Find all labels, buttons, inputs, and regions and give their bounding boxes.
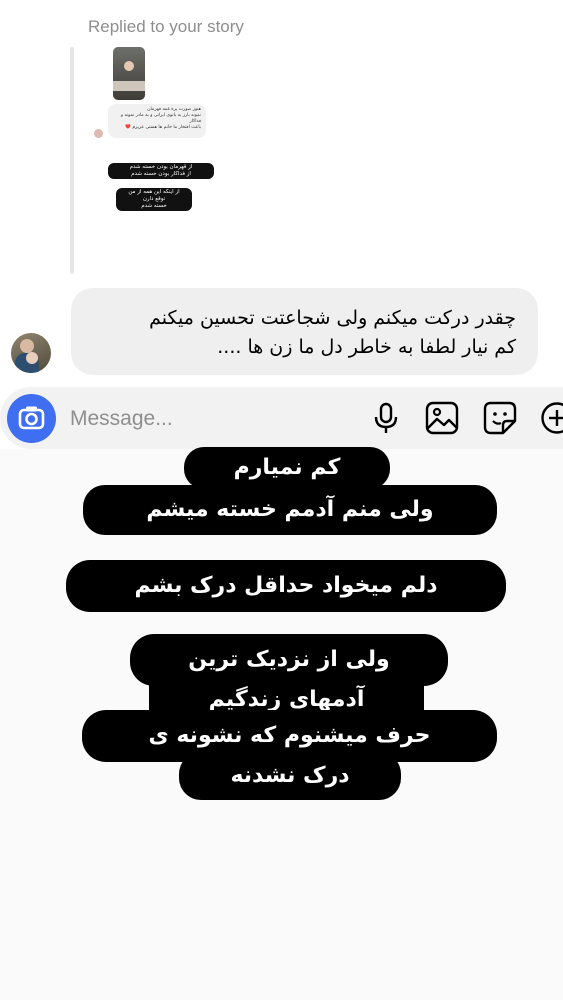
message-line: کم نیار لطفا به خاطر دل ما زن ها ....	[217, 336, 516, 358]
story-thumbnail[interactable]	[113, 47, 145, 100]
commenter-avatar	[94, 129, 103, 138]
story-text-line: از اینکه این همه از من	[128, 189, 180, 195]
story-text-line: خسته شدم	[141, 203, 167, 209]
story-text-line: توقع دارن	[142, 196, 166, 202]
avatar-detail	[26, 352, 38, 364]
story-text-line: ولی از نزدیک ترین	[130, 634, 448, 686]
story-text-line: درک نشدنه	[179, 752, 401, 800]
story-caption: هنوز صورت پره غمه قهرمان نمونه بارز به ب…	[108, 104, 206, 138]
message-bubble[interactable]: چقدر درکت میکنم ولی شجاعتت تحسین میکنم ک…	[71, 288, 538, 375]
reply-indicator-bar	[70, 47, 74, 274]
story-caption-line: نمونه بارز به بانوی ایرانی و یه مادر نمو…	[120, 113, 201, 124]
story-text-line: از قهرمان بودن خسته شدم	[129, 164, 193, 170]
gallery-icon[interactable]	[425, 401, 459, 435]
story-text-line: کم نمیارم	[184, 447, 390, 489]
story-preview[interactable]	[82, 44, 232, 274]
story-text-line: دلم میخواد حداقل درک بشم	[66, 560, 506, 612]
story-caption-line: باعث افتخار ما خانم ها هستی عزیزم ❤️	[125, 125, 201, 130]
camera-icon	[18, 406, 45, 430]
message-input[interactable]	[70, 404, 350, 434]
story-text-line: ولی منم آدمم خسته میشم	[83, 485, 497, 535]
replied-to-story-label: Replied to your story	[88, 17, 244, 36]
sticker-icon[interactable]	[483, 401, 517, 435]
camera-button[interactable]	[7, 394, 56, 443]
story-text-pill: از قهرمان بودن خسته شدم از فداکار بودن خ…	[108, 163, 214, 179]
story-text-line: از فداکار بودن خسته شدم	[131, 171, 191, 177]
plus-icon[interactable]	[540, 401, 563, 435]
microphone-icon[interactable]	[369, 401, 403, 435]
message-line: چقدر درکت میکنم ولی شجاعتت تحسین میکنم	[149, 307, 516, 329]
story-text-pill: از اینکه این همه از من توقع دارن خسته شد…	[116, 188, 192, 211]
